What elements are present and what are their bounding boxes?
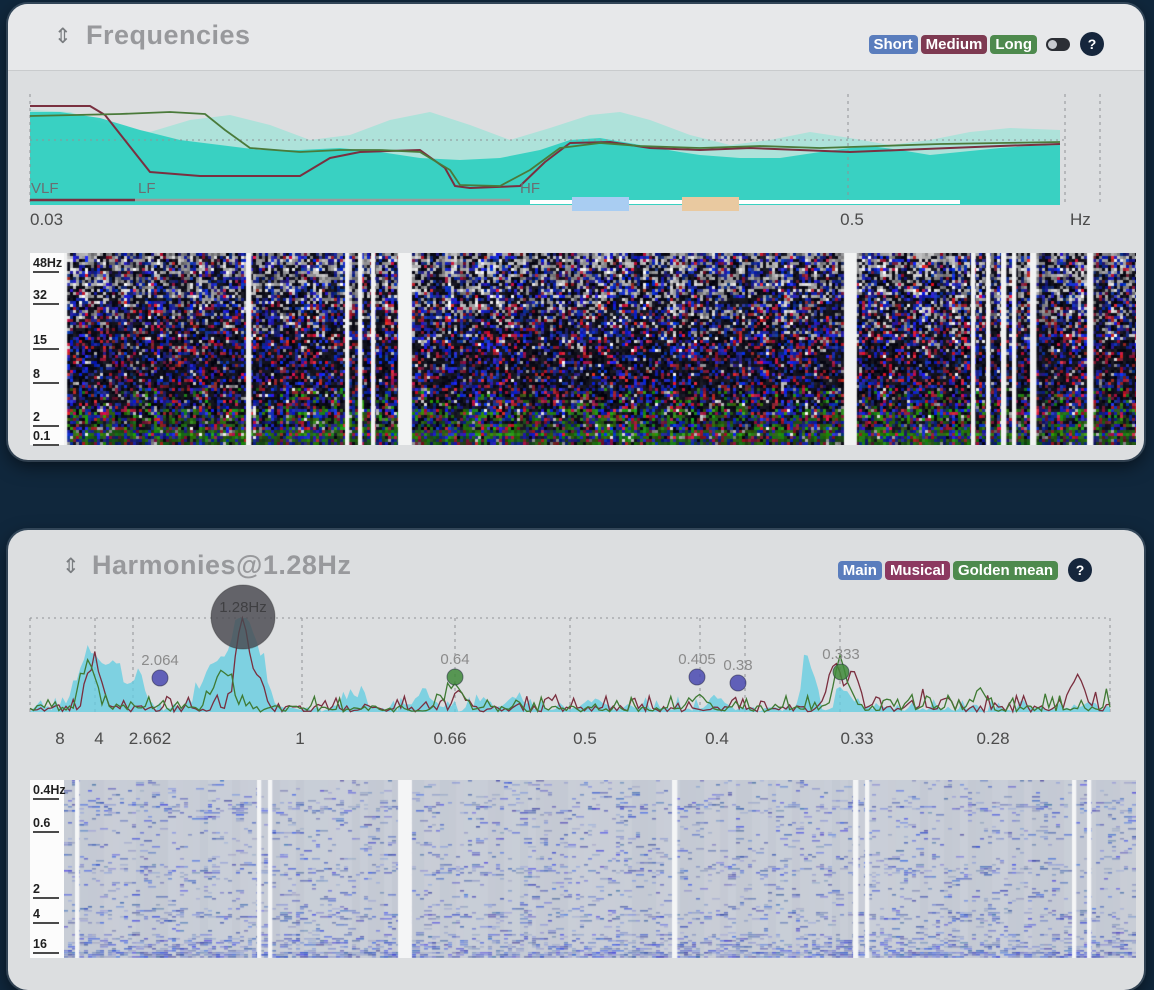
spectrogram-y-label: 15: [33, 334, 59, 350]
spectrogram-y-label: 0.1: [33, 430, 59, 446]
selected-peak-marker[interactable]: [211, 585, 275, 649]
peak-marker[interactable]: [447, 669, 463, 685]
harmonies-spectrogram: 0.4Hz 0.6 2 4 16: [30, 780, 1136, 958]
frequencies-legend: Short Medium Long ?: [869, 32, 1105, 56]
chart-text: HF: [520, 180, 540, 197]
frequencies-spectrogram-axis: 48Hz 32 15 8 2 0.1: [30, 253, 64, 445]
collapse-icon[interactable]: ⇕: [54, 24, 72, 48]
chart-text: 0.4: [705, 729, 729, 748]
frequencies-spectrogram: 48Hz 32 15 8 2 0.1: [30, 253, 1136, 445]
chart-text: 0.333: [822, 646, 860, 663]
spectrogram-y-label: 4: [33, 908, 59, 924]
chart-text: Hz: [1070, 210, 1091, 229]
spectrogram-y-label: 16: [33, 938, 59, 954]
chart-text: 0.5: [573, 729, 597, 748]
help-button[interactable]: ?: [1068, 558, 1092, 582]
chart-text: 0.66: [433, 729, 466, 748]
chart-text: VLF: [31, 180, 59, 197]
harmonies-spectrogram-axis: 0.4Hz 0.6 2 4 16: [30, 780, 64, 958]
chart-text: 2.064: [141, 652, 179, 669]
chart-text: 0.38: [723, 657, 752, 674]
legend-long[interactable]: Long: [990, 35, 1037, 54]
chart-text: 8: [55, 729, 64, 748]
chart-text: 0.33: [840, 729, 873, 748]
chart-text: 4: [94, 729, 103, 748]
spectrogram-y-label: 0.6: [33, 817, 59, 833]
legend-main[interactable]: Main: [838, 561, 882, 580]
legend-medium[interactable]: Medium: [921, 35, 988, 54]
chart-text: 0.28: [976, 729, 1009, 748]
frequencies-chart[interactable]: VLF LF HF 0.03 0.5 Hz: [8, 74, 1144, 254]
legend-golden-mean[interactable]: Golden mean: [953, 561, 1058, 580]
peak-marker[interactable]: [730, 675, 746, 691]
legend-toggle[interactable]: [1046, 38, 1070, 51]
harmonies-panel: ⇕ Harmonies@1.28Hz Main Musical Golden m…: [8, 530, 1144, 990]
peak-marker[interactable]: [833, 664, 849, 680]
chart-text: 2.662: [129, 729, 172, 748]
chart-text: 0.64: [440, 651, 469, 668]
chart-text: 0.5: [840, 210, 864, 229]
toggle-knob: [1048, 40, 1057, 49]
chart-text: 0.03: [30, 210, 63, 229]
spectrogram-y-label: 2: [33, 883, 59, 899]
frequencies-title: Frequencies: [86, 20, 251, 51]
chart-text: 0.405: [678, 651, 716, 668]
spectrogram-y-label: 8: [33, 368, 59, 384]
harmonies-spectrogram-canvas: [64, 780, 1136, 958]
reference-band: [572, 197, 629, 211]
harmonies-title: Harmonies@1.28Hz: [92, 550, 351, 581]
chart-text: 1: [295, 729, 304, 748]
legend-short[interactable]: Short: [869, 35, 918, 54]
help-button[interactable]: ?: [1080, 32, 1104, 56]
chart-text: 1.28Hz: [219, 599, 267, 616]
frequencies-header: ⇕ Frequencies Short Medium Long ?: [8, 4, 1144, 71]
harmonies-legend: Main Musical Golden mean ?: [838, 558, 1092, 582]
legend-musical[interactable]: Musical: [885, 561, 950, 580]
chart-text: LF: [138, 180, 156, 197]
reference-band: [682, 197, 739, 211]
spectrogram-y-label: 0.4Hz: [33, 784, 59, 800]
frequencies-panel: ⇕ Frequencies Short Medium Long ? VLF LF H…: [8, 4, 1144, 460]
spectrogram-y-label: 2: [33, 411, 59, 427]
peak-marker[interactable]: [689, 669, 705, 685]
peak-marker[interactable]: [152, 670, 168, 686]
spectrogram-y-label: 32: [33, 289, 59, 305]
harmonies-chart[interactable]: 1.28Hz 2.064 0.64 0.405 0.38 0.333 8 4 2.662 1 0.6…: [8, 580, 1144, 760]
spectrogram-y-label: 48Hz: [33, 257, 59, 273]
collapse-icon[interactable]: ⇕: [62, 554, 80, 578]
frequencies-spectrogram-canvas: [64, 253, 1136, 445]
